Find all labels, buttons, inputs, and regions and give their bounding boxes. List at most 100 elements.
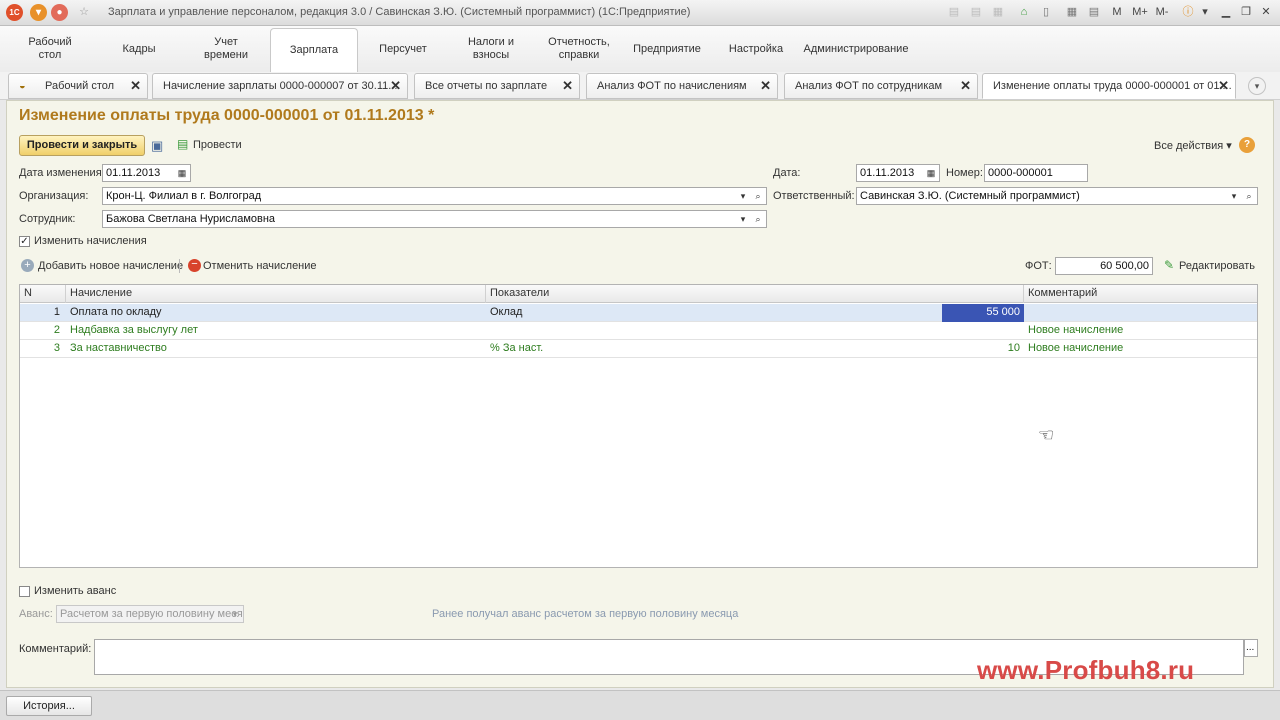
table-row[interactable]: 3 За наставничество % За наст. 10 Новое … (20, 340, 1257, 358)
tab-pay-change[interactable]: Изменение оплаты труда 0000-000001 от 01… (982, 73, 1236, 99)
close-tab-icon[interactable]: ✕ (960, 74, 971, 98)
add-accrual-button[interactable]: Добавить новое начисление (38, 260, 183, 272)
change-advance-label: Изменить аванс (34, 585, 117, 597)
comment-select-button[interactable]: ... (1244, 639, 1258, 657)
tab-all-reports[interactable]: Все отчеты по зарплате ✕ (414, 73, 580, 99)
tab-label: Анализ ФОТ по сотрудникам (795, 80, 943, 92)
menu-item-administration[interactable]: Администрирование (800, 26, 912, 72)
memory-minus-button[interactable]: M- (1152, 4, 1172, 21)
history-button[interactable]: История... (6, 696, 92, 716)
edit-icon: ✎ (1164, 258, 1175, 272)
date-field[interactable]: 01.11.2013 ▦ (856, 164, 940, 182)
close-tab-icon[interactable]: ✕ (390, 74, 401, 98)
menu-item-personnel[interactable]: Кадры (104, 26, 174, 72)
table-row[interactable]: 1 Оплата по окладу Оклад 55 000 (20, 304, 1257, 322)
advance-select: Расчетом за первую половину меся ▾ (56, 605, 244, 623)
search-icon[interactable]: ⌕ (751, 188, 765, 204)
close-tab-icon[interactable]: ✕ (130, 74, 141, 98)
close-icon[interactable]: ✕ (1258, 4, 1274, 21)
post-and-close-button[interactable]: Провести и закрыть (19, 135, 145, 156)
change-date-value: 01.11.2013 (106, 167, 161, 179)
column-comment[interactable]: Комментарий (1024, 285, 1257, 303)
help-icon[interactable]: ? (1239, 137, 1255, 153)
table-row[interactable]: 2 Надбавка за выслугу лет Новое начислен… (20, 322, 1257, 340)
add-icon: + (21, 259, 34, 272)
back-icon[interactable]: ▾ (30, 4, 47, 21)
organization-field[interactable]: Крон-Ц. Филиал в г. Волгоград ▾ ⌕ (102, 187, 767, 205)
comment-cell[interactable]: Новое начисление (1024, 340, 1257, 358)
menu-item-salary[interactable]: Зарплата (270, 28, 358, 72)
edit-button[interactable]: Редактировать (1179, 260, 1255, 272)
value-cell[interactable]: 55 000 (942, 304, 1024, 322)
change-date-field[interactable]: 01.11.2013 ▦ (102, 164, 191, 182)
calendar-icon[interactable]: ▤ (1086, 4, 1102, 21)
home-icon[interactable]: ⌂ (1016, 4, 1032, 21)
value-cell[interactable]: 10 (942, 340, 1024, 358)
dropdown-icon[interactable]: ▾ (1227, 188, 1241, 204)
column-accrual[interactable]: Начисление (66, 285, 486, 303)
calculator-icon[interactable]: ▦ (1064, 4, 1080, 21)
post-button[interactable]: Провести (193, 139, 242, 151)
toolbar-icon-1[interactable]: ▤ (946, 4, 962, 21)
column-n[interactable]: N (20, 285, 66, 303)
menu-item-desktop[interactable]: Рабочий стол (14, 26, 86, 72)
dropdown-icon[interactable]: ▾ (736, 188, 750, 204)
menu-item-reporting[interactable]: Отчетность, справки (540, 26, 618, 72)
indicator-cell[interactable] (486, 322, 940, 340)
comment-cell[interactable] (1024, 304, 1257, 322)
accrual-cell[interactable]: За наставничество (66, 340, 486, 358)
number-field[interactable]: 0000-000001 (984, 164, 1088, 182)
employee-field[interactable]: Бажова Светлана Нурисламовна ▾ ⌕ (102, 210, 767, 228)
organization-value: Крон-Ц. Филиал в г. Волгоград (106, 190, 262, 202)
responsible-value: Савинская З.Ю. (Системный программист) (860, 190, 1080, 202)
indicator-cell[interactable]: Оклад (486, 304, 940, 322)
tab-fot-accruals[interactable]: Анализ ФОТ по начислениям ✕ (586, 73, 778, 99)
menu-item-settings[interactable]: Настройка (720, 26, 792, 72)
close-tab-icon[interactable]: ✕ (562, 74, 573, 98)
tab-desktop[interactable]: ◒ Рабочий стол ✕ (8, 73, 148, 99)
menu-item-personal-accounting[interactable]: Персучет (366, 26, 440, 72)
accrual-cell[interactable]: Оплата по окладу (66, 304, 486, 322)
info-icon[interactable]: ⓘ (1180, 4, 1196, 21)
fot-field: 60 500,00 (1055, 257, 1153, 275)
table-header: N Начисление Показатели Комментарий (20, 285, 1257, 303)
document-icon[interactable]: ▯ (1038, 4, 1054, 21)
tabs-menu-icon[interactable]: ▾ (1248, 77, 1266, 95)
menu-item-enterprise[interactable]: Предприятие (628, 26, 706, 72)
change-advance-checkbox[interactable] (19, 586, 30, 597)
column-indicators[interactable]: Показатели (486, 285, 1024, 303)
minimize-icon[interactable]: ▁ (1218, 4, 1234, 21)
close-tab-icon[interactable]: ✕ (1218, 74, 1229, 98)
toolbar-icon-3[interactable]: ▦ (990, 4, 1006, 21)
save-icon[interactable]: ▣ (151, 138, 163, 154)
all-actions-button[interactable]: Все действия ▾ (1154, 139, 1232, 152)
memory-plus-button[interactable]: M+ (1130, 4, 1150, 21)
memory-m-button[interactable]: M (1110, 4, 1124, 21)
calendar-icon[interactable]: ▦ (175, 165, 189, 181)
accrual-cell[interactable]: Надбавка за выслугу лет (66, 322, 486, 340)
forward-icon[interactable]: ● (51, 4, 68, 21)
calendar-icon[interactable]: ▦ (924, 165, 938, 181)
value-cell[interactable] (942, 322, 1024, 340)
restore-icon[interactable]: ❐ (1238, 4, 1254, 21)
cancel-accrual-button[interactable]: Отменить начисление (203, 260, 317, 272)
responsible-field[interactable]: Савинская З.Ю. (Системный программист) ▾… (856, 187, 1258, 205)
change-accruals-label: Изменить начисления (34, 235, 147, 247)
favorite-star-icon[interactable]: ☆ (76, 4, 92, 21)
comment-cell[interactable]: Новое начисление (1024, 322, 1257, 340)
change-accruals-checkbox[interactable]: ✓ (19, 236, 30, 247)
search-icon[interactable]: ⌕ (1242, 188, 1256, 204)
tab-payroll[interactable]: Начисление зарплаты 0000-000007 от 30.11… (152, 73, 408, 99)
tab-fot-employees[interactable]: Анализ ФОТ по сотрудникам ✕ (784, 73, 978, 99)
toolbar-separator (179, 259, 180, 273)
dropdown-icon[interactable]: ▾ (736, 211, 750, 227)
dropdown-icon[interactable]: ▾ (1198, 4, 1212, 21)
menu-item-taxes[interactable]: Налоги и взносы (454, 26, 528, 72)
toolbar-icon-2[interactable]: ▤ (968, 4, 984, 21)
search-icon[interactable]: ⌕ (751, 211, 765, 227)
app-logo-icon[interactable]: 1С (6, 4, 23, 21)
row-number: 1 (53, 306, 60, 318)
menu-item-time[interactable]: Учет времени (190, 26, 262, 72)
indicator-cell[interactable]: % За наст. (486, 340, 940, 358)
close-tab-icon[interactable]: ✕ (760, 74, 771, 98)
